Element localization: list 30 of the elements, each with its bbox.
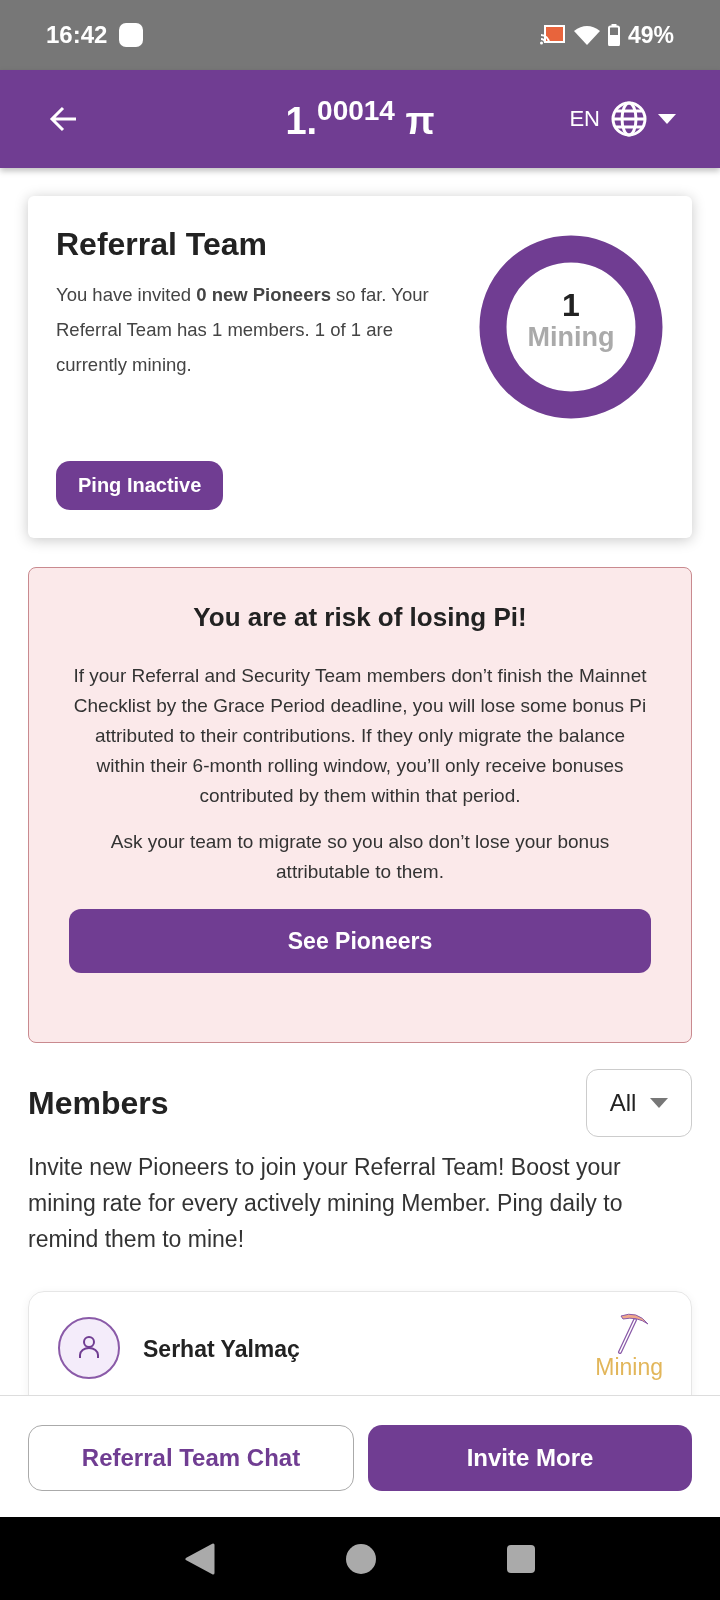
back-icon[interactable] <box>185 1542 216 1575</box>
action-button[interactable]: Referral Team Chat <box>28 1425 354 1491</box>
action-button[interactable]: Invite More <box>368 1425 692 1491</box>
caret-icon <box>650 1098 669 1108</box>
warning-paragraph: Ask your team to migrate so you also don’t lose your bonus attributable to them. <box>109 830 611 884</box>
wifi-icon <box>573 25 600 45</box>
avatar-icon <box>57 1316 121 1380</box>
mining-count: 1 <box>562 287 580 322</box>
battery-level: 49% <box>627 21 674 49</box>
member-status: Mining <box>595 1354 663 1381</box>
globe-icon[interactable] <box>610 100 648 138</box>
status-time: 16:42 <box>46 21 108 49</box>
referral-description: You have invited 0 new Pioneers so far. Your Referral Team has 1 members. 1 of 1 are currently mining. <box>56 283 430 377</box>
home-icon[interactable] <box>346 1543 376 1574</box>
cast-icon <box>539 24 566 46</box>
card-title: Referral Team <box>56 226 269 263</box>
recents-icon[interactable] <box>506 1544 535 1573</box>
members-description: Invite new Pioneers to join your Referral Team! Boost your mining rate for every actively mining Member. Ping daily to remind them to mine! <box>28 1153 624 1254</box>
members-title: Members <box>28 1084 169 1122</box>
caret-icon[interactable] <box>658 114 676 124</box>
language-code[interactable]: EN <box>569 106 600 132</box>
filter-dropdown[interactable]: All <box>586 1069 692 1137</box>
pi-balance: 1.$^{00014}$ π <box>285 95 435 143</box>
see-pioneers-button[interactable]: See Pioneers <box>69 909 651 973</box>
member-name: Serhat Yalmaç <box>143 1336 300 1363</box>
warning-title: You are at risk of losing Pi! <box>192 602 528 633</box>
warning-paragraph: If your Referral and Security Team members don’t finish the Mainnet Checklist by the Grace Period deadline, you will lose some bonus Pi attributed to their contributions. If they only migrate the balance within their 6-month rolling window, you’ll only receive bonuses contributed by them within that period. <box>72 664 648 808</box>
notification-icon <box>119 23 144 47</box>
mining-label: Mining <box>527 321 615 353</box>
battery-icon <box>607 24 620 46</box>
